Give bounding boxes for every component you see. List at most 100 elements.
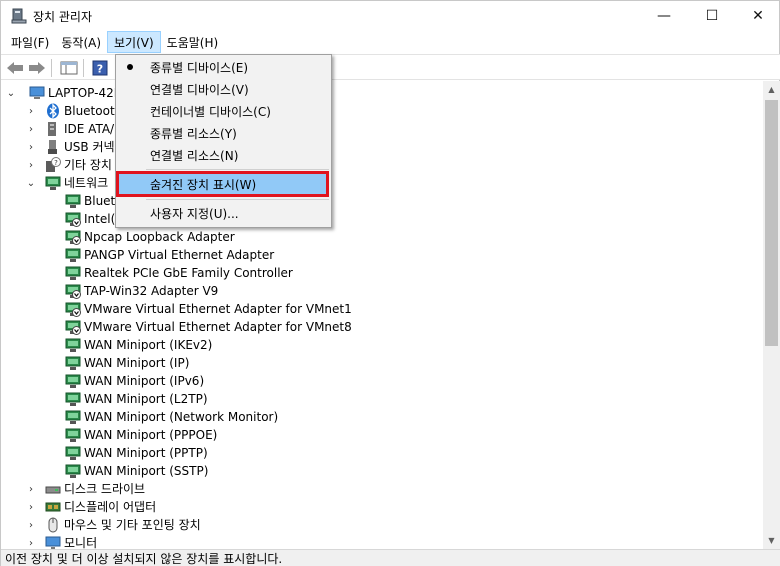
network-adapter-label: PANGP Virtual Ethernet Adapter	[84, 248, 275, 262]
tree-root[interactable]: ⌄ LAPTOP-42M	[5, 84, 124, 102]
tree-category[interactable]: › USB 커넥	[25, 138, 115, 156]
category-label: USB 커넥	[64, 140, 115, 154]
menu-action[interactable]: 동작(A)	[55, 31, 107, 53]
mouse-icon	[45, 517, 61, 533]
category-label: 네트워크	[64, 176, 109, 190]
help-icon: ?	[92, 60, 108, 76]
network-adapter-item[interactable]: Realtek PCIe GbE Family Controller	[65, 264, 293, 282]
network-adapter-item[interactable]: Blueto	[65, 192, 123, 210]
view-menu-item-devices-by-type[interactable]: 종류별 디바이스(E)	[118, 56, 329, 78]
tree-category[interactable]: › 모니터	[25, 534, 97, 549]
network-adapter-label: WAN Miniport (SSTP)	[84, 464, 209, 478]
view-menu-item-resources-by-connection[interactable]: 연결별 리소스(N)	[118, 144, 329, 166]
view-menu-item-devices-by-connection[interactable]: 연결별 디바이스(V)	[118, 78, 329, 100]
ide-controller-icon	[45, 121, 61, 137]
status-bar: 이전 장치 및 더 이상 설치되지 않은 장치를 표시합니다.	[1, 549, 780, 566]
network-adapter-label: Realtek PCIe GbE Family Controller	[84, 266, 293, 280]
disabled-network-adapter-icon	[65, 283, 81, 299]
network-adapter-label: WAN Miniport (IKEv2)	[84, 338, 213, 352]
category-label: 디스크 드라이브	[64, 482, 146, 496]
maximize-button[interactable]: ☐	[689, 1, 735, 31]
network-adapter-icon	[65, 445, 81, 461]
network-adapter-item[interactable]: WAN Miniport (IKEv2)	[65, 336, 212, 354]
network-adapter-icon	[45, 175, 61, 191]
scroll-down-arrow-icon[interactable]: ▼	[763, 532, 780, 549]
network-adapter-icon	[65, 427, 81, 443]
back-button[interactable]	[5, 58, 25, 78]
menu-item-label: 연결별 디바이스(V)	[150, 82, 249, 97]
tree-category[interactable]: › ? 기타 장치	[25, 156, 112, 174]
network-adapter-label: TAP-Win32 Adapter V9	[84, 284, 219, 298]
tree-category[interactable]: › 마우스 및 기타 포인팅 장치	[25, 516, 201, 534]
disabled-network-adapter-icon	[65, 229, 81, 245]
collapse-chevron-icon[interactable]: ⌄	[25, 174, 37, 192]
view-menu-item-customize[interactable]: 사용자 지정(U)...	[118, 202, 329, 224]
category-label: Bluetooth	[64, 104, 123, 118]
unknown-device-icon: ?	[45, 157, 61, 173]
network-adapter-item[interactable]: Npcap Loopback Adapter	[65, 228, 235, 246]
network-adapter-item[interactable]: WAN Miniport (PPTP)	[65, 444, 208, 462]
network-adapter-item[interactable]: WAN Miniport (IPv6)	[65, 372, 204, 390]
network-adapter-icon	[65, 391, 81, 407]
expand-chevron-icon[interactable]: ›	[25, 102, 37, 120]
help-button[interactable]: ?	[90, 58, 110, 78]
menu-item-label: 연결별 리소스(N)	[150, 148, 239, 163]
highlight-annotation-box	[116, 171, 329, 197]
network-adapter-item[interactable]: WAN Miniport (SSTP)	[65, 462, 208, 480]
radio-dot-icon	[127, 64, 133, 70]
view-menu-item-devices-by-container[interactable]: 컨테이너별 디바이스(C)	[118, 100, 329, 122]
menu-help[interactable]: 도움말(H)	[161, 31, 225, 53]
network-adapter-item[interactable]: WAN Miniport (PPPOE)	[65, 426, 217, 444]
forward-button[interactable]	[27, 58, 47, 78]
disabled-network-adapter-icon	[65, 301, 81, 317]
menu-view[interactable]: 보기(V)	[107, 31, 161, 53]
window-title: 장치 관리자	[33, 10, 93, 24]
network-adapter-item[interactable]: WAN Miniport (Network Monitor)	[65, 408, 278, 426]
network-adapter-label: VMware Virtual Ethernet Adapter for VMne…	[84, 302, 352, 316]
device-manager-icon	[11, 8, 27, 24]
tree-category[interactable]: › 디스크 드라이브	[25, 480, 145, 498]
tree-category[interactable]: › Bluetooth	[25, 102, 122, 120]
svg-text:?: ?	[97, 63, 103, 76]
network-adapter-label: VMware Virtual Ethernet Adapter for VMne…	[84, 320, 352, 334]
menu-file[interactable]: 파일(F)	[5, 31, 55, 53]
view-menu-dropdown: 종류별 디바이스(E) 연결별 디바이스(V) 컨테이너별 디바이스(C) 종류…	[115, 54, 332, 228]
svg-text:?: ?	[54, 159, 58, 167]
scrollbar-thumb[interactable]	[765, 100, 778, 346]
disk-drive-icon	[45, 481, 61, 497]
tree-category[interactable]: › 디스플레이 어댑터	[25, 498, 156, 516]
scroll-up-arrow-icon[interactable]: ▲	[763, 81, 780, 98]
tree-category-network[interactable]: ⌄ 네트워크	[25, 174, 108, 192]
minimize-button[interactable]: —	[641, 1, 687, 31]
title-bar: 장치 관리자 — ☐ ✕	[1, 1, 780, 31]
network-adapter-icon	[65, 265, 81, 281]
network-adapter-item[interactable]: TAP-Win32 Adapter V9	[65, 282, 218, 300]
close-button[interactable]: ✕	[735, 1, 780, 31]
menu-item-label: 컨테이너별 디바이스(C)	[150, 104, 271, 119]
forward-arrow-icon	[29, 62, 45, 74]
disabled-network-adapter-icon	[65, 211, 81, 227]
vertical-scrollbar[interactable]: ▲ ▼	[763, 81, 780, 549]
network-adapter-icon	[65, 409, 81, 425]
expand-chevron-icon[interactable]: ›	[25, 120, 37, 138]
network-adapter-item[interactable]: WAN Miniport (L2TP)	[65, 390, 208, 408]
expand-chevron-icon[interactable]: ›	[25, 156, 37, 174]
network-adapter-item[interactable]: WAN Miniport (IP)	[65, 354, 189, 372]
collapse-chevron-icon[interactable]: ⌄	[5, 84, 17, 102]
tree-category[interactable]: › IDE ATA/	[25, 120, 114, 138]
network-adapter-item[interactable]: VMware Virtual Ethernet Adapter for VMne…	[65, 318, 352, 336]
network-adapter-item[interactable]: PANGP Virtual Ethernet Adapter	[65, 246, 274, 264]
expand-chevron-icon[interactable]: ›	[25, 516, 37, 534]
network-adapter-item[interactable]: VMware Virtual Ethernet Adapter for VMne…	[65, 300, 352, 318]
expand-chevron-icon[interactable]: ›	[25, 498, 37, 516]
status-text: 이전 장치 및 더 이상 설치되지 않은 장치를 표시합니다.	[5, 552, 283, 566]
menu-bar: 파일(F) 동작(A) 보기(V) 도움말(H)	[1, 31, 780, 53]
show-hide-console-tree-button[interactable]	[59, 58, 79, 78]
category-label: 디스플레이 어댑터	[64, 500, 157, 514]
view-menu-item-resources-by-type[interactable]: 종류별 리소스(Y)	[118, 122, 329, 144]
network-adapter-label: Npcap Loopback Adapter	[84, 230, 235, 244]
expand-chevron-icon[interactable]: ›	[25, 480, 37, 498]
expand-chevron-icon[interactable]: ›	[25, 534, 37, 549]
expand-chevron-icon[interactable]: ›	[25, 138, 37, 156]
toolbar-separator	[83, 59, 84, 77]
